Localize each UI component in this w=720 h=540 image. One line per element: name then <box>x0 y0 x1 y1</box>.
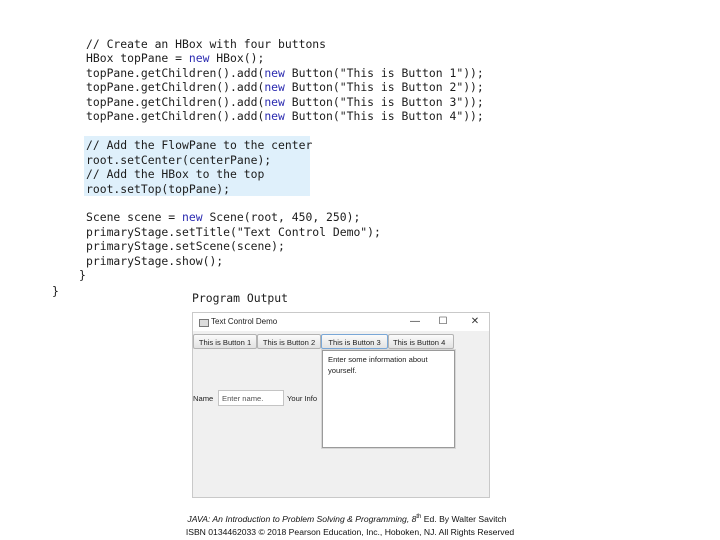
info-textarea-text: Enter some information about yourself. <box>328 355 428 375</box>
code-keyword: new <box>264 66 285 80</box>
code-line: root.setCenter(centerPane); <box>86 153 271 167</box>
code-token: Button("This is Button 4")); <box>284 109 484 123</box>
code-keyword: new <box>264 80 285 94</box>
code-token: } <box>52 284 59 298</box>
code-token: topPane.getChildren().add( <box>86 95 265 109</box>
code-listing: // Create an HBox with four buttons HBox … <box>0 0 720 300</box>
close-icon[interactable]: ✕ <box>467 315 483 329</box>
program-output-heading: Program Output <box>192 291 289 305</box>
code-token: primaryStage.setTitle("Text Control Demo… <box>86 225 381 239</box>
code-keyword: new <box>182 210 203 224</box>
code-token: primaryStage.show(); <box>86 254 224 268</box>
code-token: } <box>79 268 86 282</box>
button-1[interactable]: This is Button 1 <box>193 334 257 349</box>
code-token: // Add the FlowPane to the center <box>86 138 313 152</box>
code-token: Button("This is Button 1")); <box>284 66 484 80</box>
code-token: // Add the HBox to the top <box>86 167 265 181</box>
code-keyword: new <box>264 95 285 109</box>
code-line: topPane.getChildren().add(new Button("Th… <box>86 109 484 123</box>
name-label: Name <box>193 394 214 403</box>
code-token: HBox(); <box>209 51 265 65</box>
code-line: // Add the HBox to the top <box>86 167 264 181</box>
code-token: Scene scene = <box>86 210 183 224</box>
code-token: root.setCenter(centerPane); <box>86 153 272 167</box>
code-keyword: new <box>264 109 285 123</box>
code-token: Button("This is Button 2")); <box>284 80 484 94</box>
code-token: topPane.getChildren().add( <box>86 80 265 94</box>
button-2[interactable]: This is Button 2 <box>257 334 321 349</box>
citation-title: JAVA: An Introduction to Problem Solving… <box>187 514 417 524</box>
code-keyword: new <box>188 51 210 65</box>
button-4[interactable]: This is Button 4 <box>388 334 454 349</box>
code-line: primaryStage.setScene(scene); <box>86 239 285 253</box>
app-icon <box>199 319 209 327</box>
code-token: topPane.getChildren().add( <box>86 109 265 123</box>
code-line: // Add the FlowPane to the center <box>86 138 312 152</box>
code-line: primaryStage.setTitle("Text Control Demo… <box>86 225 381 239</box>
code-token: primaryStage.setScene(scene); <box>86 239 285 253</box>
book-citation: JAVA: An Introduction to Problem Solving… <box>0 514 707 524</box>
code-line: } <box>52 284 59 298</box>
name-input[interactable] <box>218 390 284 406</box>
citation-author: Ed. By Walter Savitch <box>421 514 507 524</box>
code-token: Button("This is Button 3")); <box>284 95 484 109</box>
code-line: } <box>79 268 86 282</box>
code-line: topPane.getChildren().add(new Button("Th… <box>86 95 484 109</box>
maximize-icon[interactable]: ☐ <box>435 315 451 329</box>
code-token: topPane.getChildren().add( <box>86 66 265 80</box>
code-line: root.setTop(topPane); <box>86 182 230 196</box>
code-line: // Create an HBox with four buttons <box>86 37 326 51</box>
code-line: primaryStage.show(); <box>86 254 223 268</box>
code-line: topPane.getChildren().add(new Button("Th… <box>86 66 484 80</box>
code-token: Scene(root, 450, 250); <box>202 210 361 224</box>
code-token: root.setTop(topPane); <box>86 182 231 196</box>
code-line: Scene scene = new Scene(root, 450, 250); <box>86 210 360 224</box>
window-titlebar[interactable]: Text Control Demo — ☐ ✕ <box>193 313 489 331</box>
button-3[interactable]: This is Button 3 <box>321 334 388 349</box>
window-title: Text Control Demo <box>211 317 278 326</box>
app-window: Text Control Demo — ☐ ✕ This is Button 1… <box>192 312 490 498</box>
minimize-icon[interactable]: — <box>407 315 423 329</box>
your-info-label: Your Info <box>287 394 318 403</box>
code-token: HBox topPane = <box>86 51 189 65</box>
code-line: HBox topPane = new HBox(); <box>86 51 264 65</box>
info-textarea[interactable]: Enter some information about yourself. <box>322 350 455 448</box>
code-line: topPane.getChildren().add(new Button("Th… <box>86 80 484 94</box>
copyright-notice: ISBN 0134462033 © 2018 Pearson Education… <box>185 527 515 537</box>
code-token: // Create an HBox with four buttons <box>86 37 327 51</box>
